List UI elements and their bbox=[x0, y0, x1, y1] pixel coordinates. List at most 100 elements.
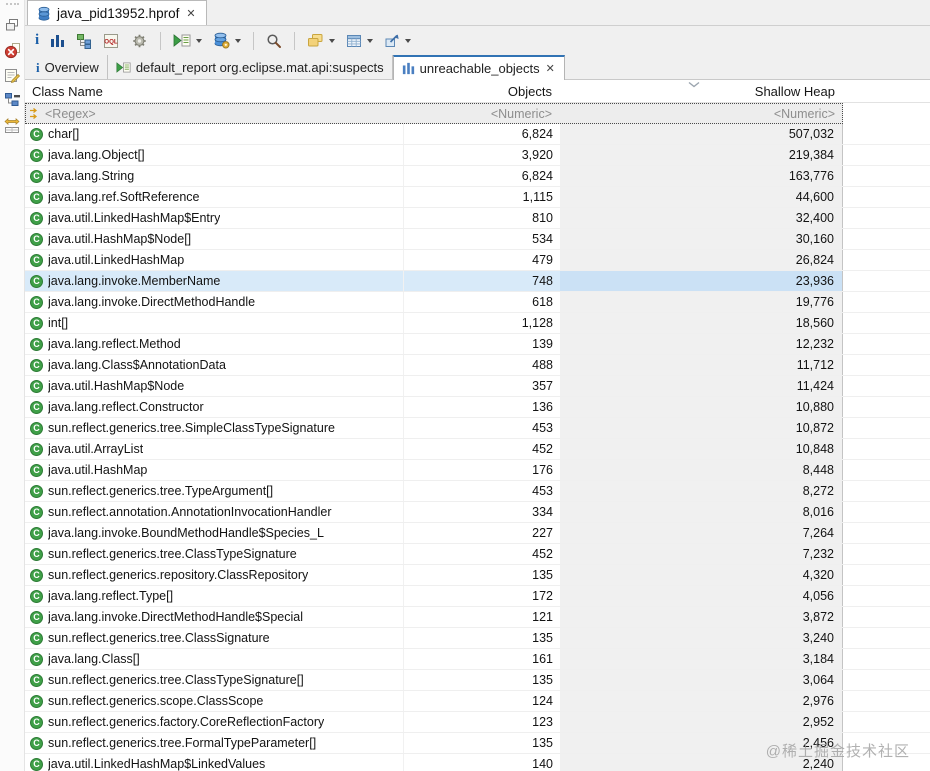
compare-tables-icon[interactable] bbox=[2, 115, 22, 135]
table-row[interactable]: Cjava.lang.invoke.DirectMethodHandle$Spe… bbox=[25, 607, 930, 628]
table-row[interactable]: Cchar[] 6,824 507,032 bbox=[25, 124, 930, 145]
toolbar-separator bbox=[253, 31, 255, 50]
table-row[interactable]: Csun.reflect.generics.tree.ClassSignatur… bbox=[25, 628, 930, 649]
table-row[interactable]: Cjava.util.ArrayList 452 10,848 bbox=[25, 439, 930, 460]
table-row[interactable]: Csun.reflect.generics.scope.ClassScope 12… bbox=[25, 691, 930, 712]
table-row[interactable]: Cjava.lang.Object[] 3,920 219,384 bbox=[25, 145, 930, 166]
table-row[interactable]: Cjava.lang.invoke.BoundMethodHandle$Spec… bbox=[25, 523, 930, 544]
row-filler bbox=[843, 670, 930, 690]
class-name-text: sun.reflect.generics.tree.TypeArgument[] bbox=[48, 484, 274, 498]
filter-row: <Regex> <Numeric> <Numeric> bbox=[25, 103, 930, 124]
class-name-text: java.util.HashMap bbox=[48, 463, 148, 477]
class-icon: C bbox=[30, 337, 43, 351]
histogram-button[interactable] bbox=[49, 30, 66, 52]
table-row[interactable]: Cjava.lang.String 6,824 163,776 bbox=[25, 166, 930, 187]
table-row[interactable]: Cjava.util.LinkedHashMap$Entry 810 32,400 bbox=[25, 208, 930, 229]
objects-count: 479 bbox=[532, 253, 553, 267]
table-row[interactable]: Cjava.lang.invoke.DirectMethodHandle 618 1… bbox=[25, 292, 930, 313]
row-filler bbox=[843, 607, 930, 627]
row-filler bbox=[843, 649, 930, 669]
table-row[interactable]: Cjava.lang.ref.SoftReference 1,115 44,600 bbox=[25, 187, 930, 208]
class-name-text: java.lang.reflect.Constructor bbox=[48, 400, 204, 414]
class-icon: C bbox=[30, 463, 43, 477]
objects-count: 6,824 bbox=[521, 127, 553, 141]
tab-default-report[interactable]: default_report org.eclipse.mat.api:suspe… bbox=[108, 55, 393, 79]
table-row[interactable]: Csun.reflect.generics.tree.SimpleClassTy… bbox=[25, 418, 930, 439]
shallow-heap-size: 2,952 bbox=[560, 712, 843, 732]
editor-tab-heapdump[interactable]: java_pid13952.hprof ✕ bbox=[27, 0, 207, 25]
class-icon: C bbox=[30, 295, 43, 309]
class-icon: C bbox=[30, 694, 43, 708]
editor-tab-bar: java_pid13952.hprof ✕ bbox=[25, 0, 930, 26]
row-filler bbox=[843, 628, 930, 648]
shallow-heap-size: 2,976 bbox=[560, 691, 843, 711]
table-row[interactable]: Cjava.lang.Class[] 161 3,184 bbox=[25, 649, 930, 670]
class-name-text: sun.reflect.generics.scope.ClassScope bbox=[48, 694, 264, 708]
shallow-heap-size: 8,448 bbox=[560, 460, 843, 480]
table-row[interactable]: Cjava.lang.reflect.Method 139 12,232 bbox=[25, 334, 930, 355]
hierarchy-view-icon[interactable] bbox=[2, 90, 22, 110]
report-icon bbox=[116, 61, 131, 74]
row-filler bbox=[843, 229, 930, 249]
table-row[interactable]: Cjava.lang.Class$AnnotationData 488 11,712 bbox=[25, 355, 930, 376]
thread-overview-button[interactable] bbox=[130, 30, 149, 52]
error-log-icon[interactable] bbox=[2, 40, 22, 60]
dropdown-arrow-icon bbox=[405, 38, 412, 43]
restore-view-icon[interactable] bbox=[2, 15, 22, 35]
shallow-heap-size: 2,240 bbox=[560, 754, 843, 771]
search-button[interactable] bbox=[265, 30, 283, 52]
left-view-bar bbox=[0, 0, 25, 771]
table-row[interactable]: Cjava.lang.invoke.MemberName 748 23,936 bbox=[25, 271, 930, 292]
dominator-tree-button[interactable] bbox=[75, 30, 93, 52]
table-row[interactable]: Cjava.lang.reflect.Constructor 136 10,880 bbox=[25, 397, 930, 418]
oql-button[interactable]: OQL bbox=[102, 30, 121, 52]
tab-unreachable-objects[interactable]: unreachable_objects ✕ bbox=[392, 55, 565, 80]
row-filler bbox=[843, 187, 930, 207]
row-filler bbox=[843, 754, 930, 771]
export-button[interactable] bbox=[383, 30, 412, 52]
filter-class-name[interactable]: <Regex> bbox=[25, 103, 404, 124]
shallow-heap-size: 10,872 bbox=[560, 418, 843, 438]
table-row[interactable]: Cjava.util.HashMap$Node[] 534 30,160 bbox=[25, 229, 930, 250]
objects-count: 618 bbox=[532, 295, 553, 309]
row-filler bbox=[843, 292, 930, 312]
table-row[interactable]: Csun.reflect.generics.tree.ClassTypeSign… bbox=[25, 670, 930, 691]
table-row[interactable]: Csun.reflect.annotation.AnnotationInvoca… bbox=[25, 502, 930, 523]
calculate-retained-size-button[interactable] bbox=[345, 30, 374, 52]
table-row[interactable]: Cjava.util.LinkedHashMap$LinkedValues 140… bbox=[25, 754, 930, 771]
dropdown-arrow-icon bbox=[196, 38, 203, 43]
table-row[interactable]: Cint[] 1,128 18,560 bbox=[25, 313, 930, 334]
tasks-notepad-icon[interactable] bbox=[2, 65, 22, 85]
close-icon[interactable]: ✕ bbox=[545, 62, 556, 75]
table-row[interactable]: Csun.reflect.generics.tree.ClassTypeSign… bbox=[25, 544, 930, 565]
class-name-text: sun.reflect.generics.factory.CoreReflect… bbox=[48, 715, 325, 729]
group-result-button[interactable] bbox=[306, 30, 336, 52]
objects-count: 334 bbox=[532, 505, 553, 519]
close-icon[interactable]: ✕ bbox=[185, 7, 196, 20]
oql-icon: OQL bbox=[104, 33, 119, 48]
dropdown-arrow-icon bbox=[329, 38, 336, 43]
filter-shallow-heap[interactable]: <Numeric> bbox=[560, 103, 843, 124]
row-filler bbox=[843, 124, 930, 144]
run-expert-report-button[interactable] bbox=[172, 30, 203, 52]
table-row[interactable]: Cjava.util.LinkedHashMap 479 26,824 bbox=[25, 250, 930, 271]
export-arrow-icon bbox=[385, 34, 399, 47]
column-header-class-name[interactable]: Class Name bbox=[25, 80, 404, 102]
column-header-shallow-heap[interactable]: Shallow Heap bbox=[560, 80, 843, 102]
open-query-browser-button[interactable] bbox=[212, 30, 242, 52]
table-row[interactable]: Cjava.util.HashMap 176 8,448 bbox=[25, 460, 930, 481]
filter-objects[interactable]: <Numeric> bbox=[404, 103, 560, 124]
table-row[interactable]: Csun.reflect.generics.tree.FormalTypePar… bbox=[25, 733, 930, 754]
class-name-text: java.lang.invoke.BoundMethodHandle$Speci… bbox=[48, 526, 324, 540]
column-header-objects[interactable]: Objects bbox=[404, 80, 560, 102]
objects-count: 452 bbox=[532, 442, 553, 456]
table-row[interactable]: Cjava.util.HashMap$Node 357 11,424 bbox=[25, 376, 930, 397]
overview-info-button[interactable]: i bbox=[34, 30, 40, 52]
table-row[interactable]: Cjava.lang.reflect.Type[] 172 4,056 bbox=[25, 586, 930, 607]
table-row[interactable]: Csun.reflect.generics.repository.ClassRe… bbox=[25, 565, 930, 586]
table-row[interactable]: Csun.reflect.generics.factory.CoreReflec… bbox=[25, 712, 930, 733]
tab-overview[interactable]: i Overview bbox=[28, 55, 108, 79]
class-icon: C bbox=[30, 274, 43, 288]
table-row[interactable]: Csun.reflect.generics.tree.TypeArgument[… bbox=[25, 481, 930, 502]
shallow-heap-size: 7,232 bbox=[560, 544, 843, 564]
